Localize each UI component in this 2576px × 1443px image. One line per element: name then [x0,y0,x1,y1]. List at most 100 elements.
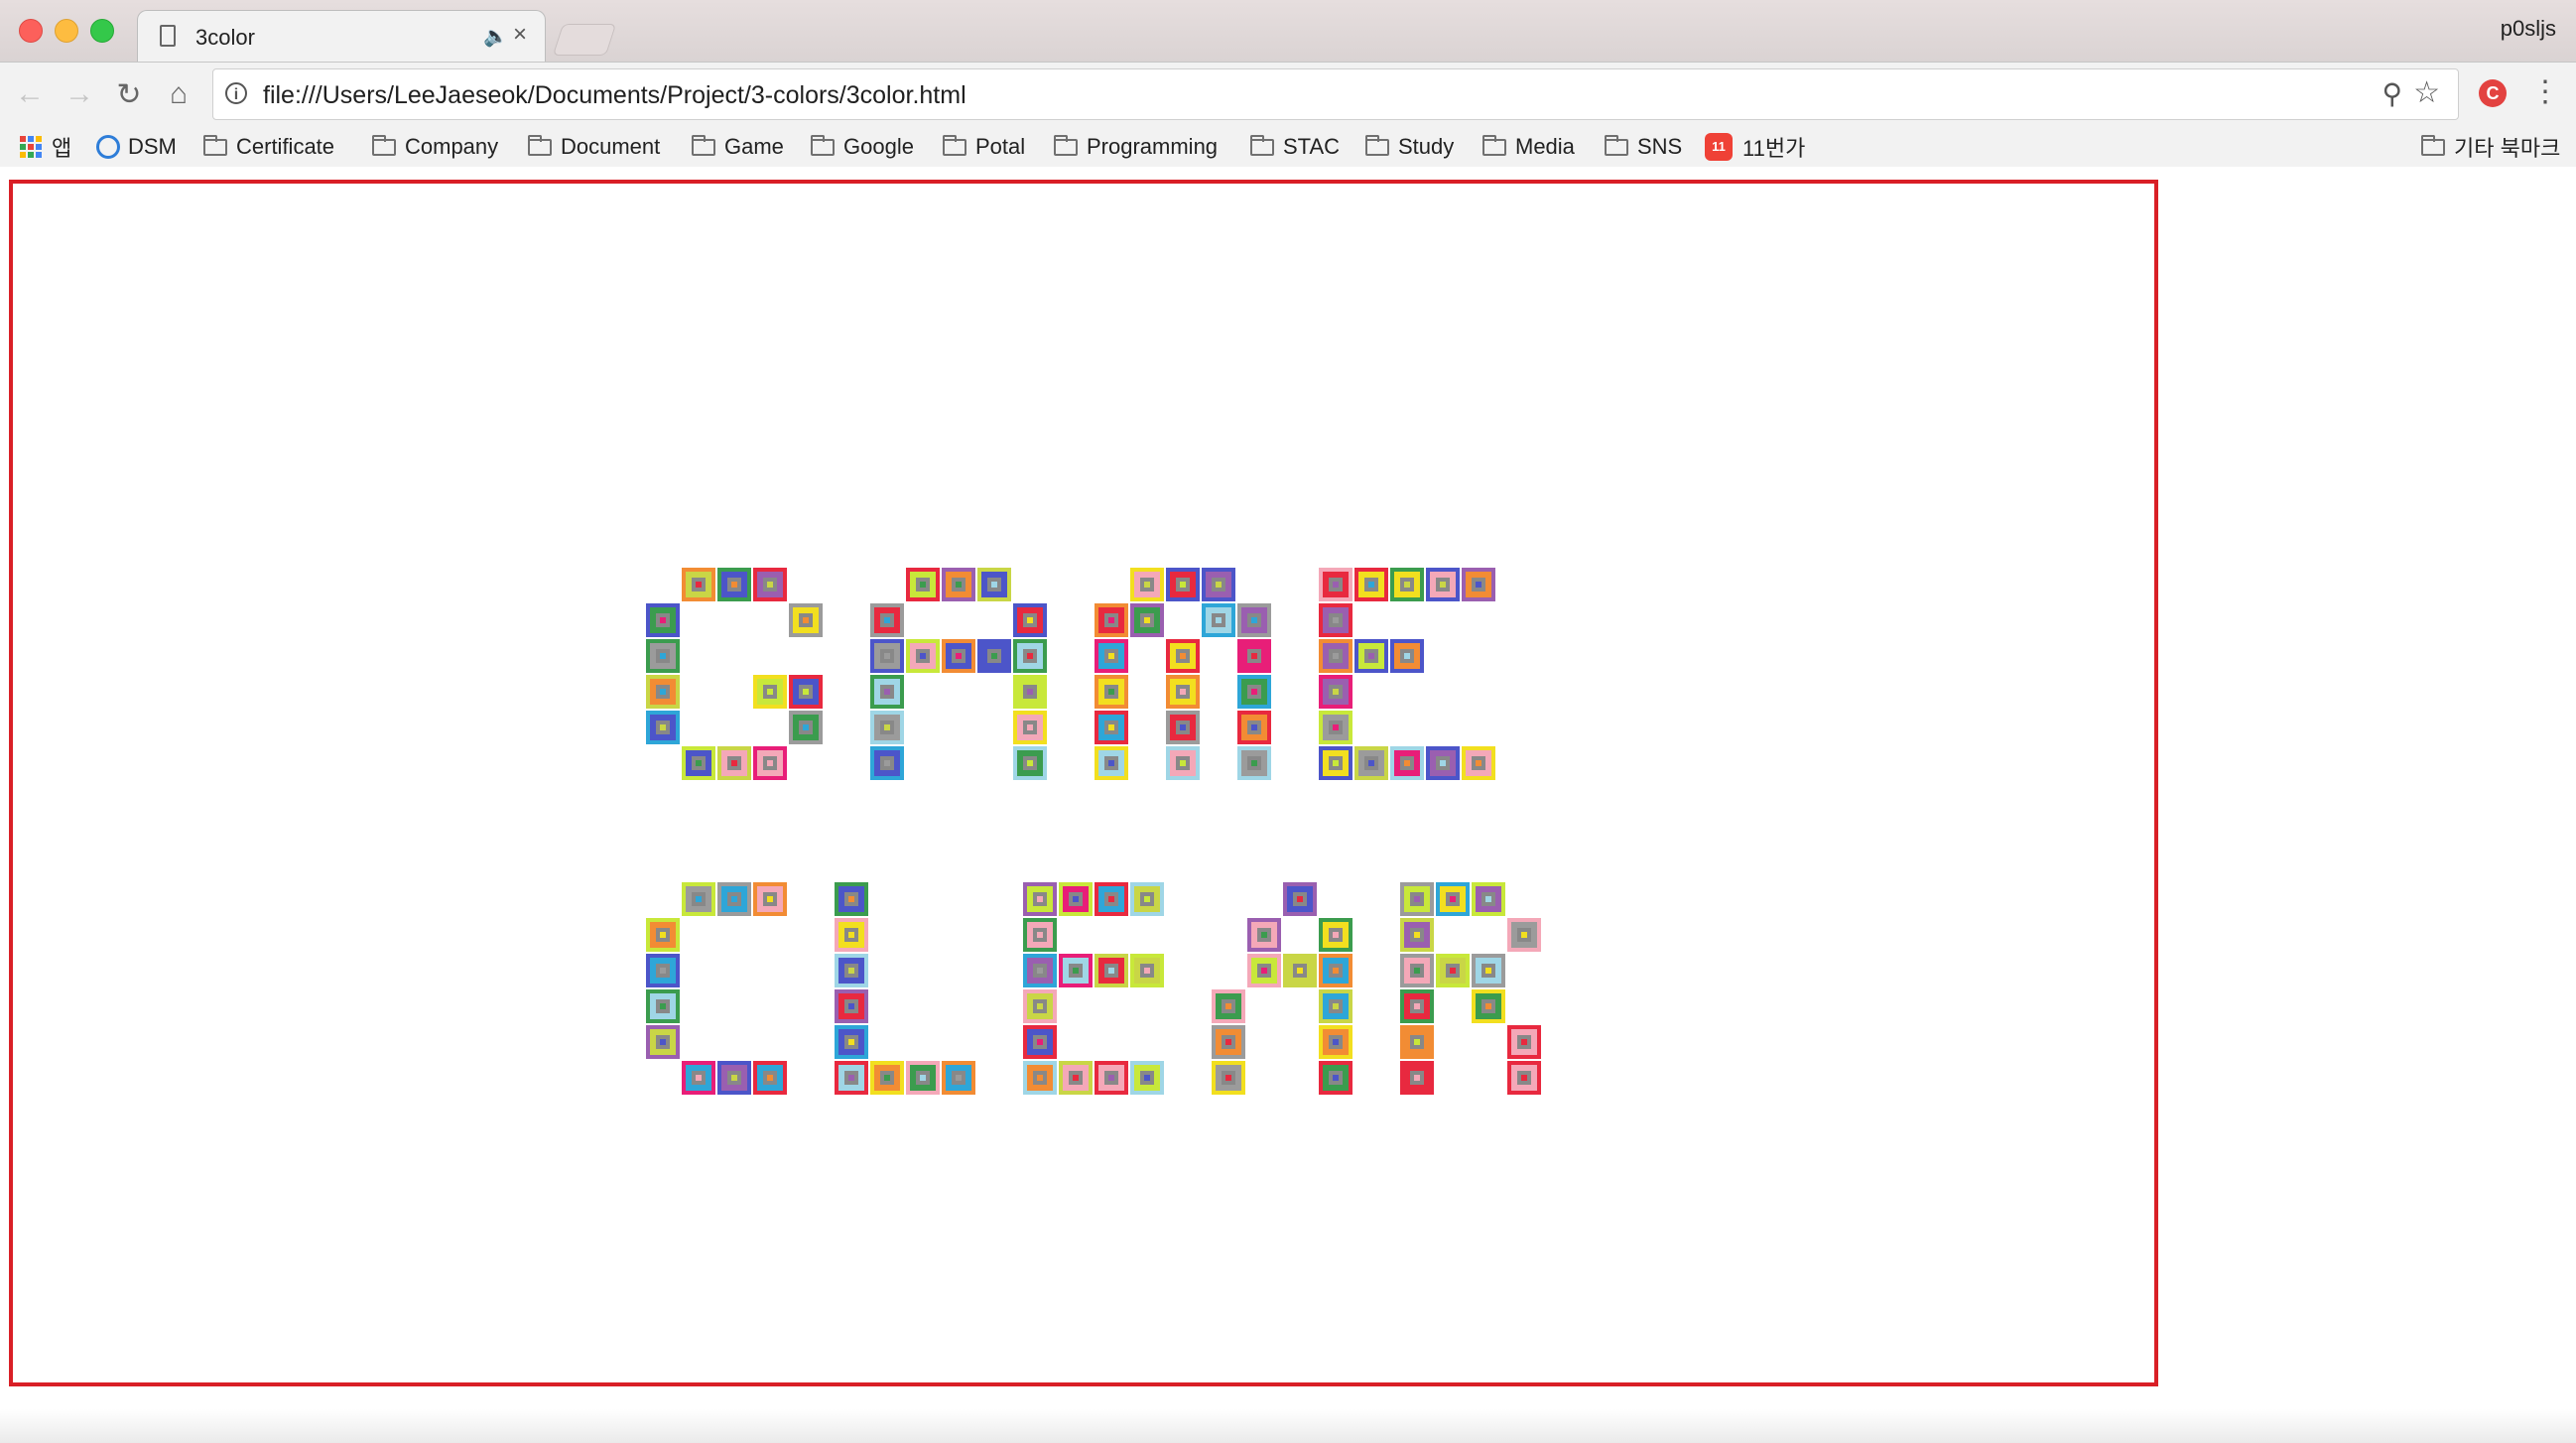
browser-tab[interactable]: 3color 🔈 × [137,10,546,63]
bookmark-apps[interactable]: 앱 [20,131,71,163]
game-block[interactable] [1283,882,1317,916]
game-block[interactable] [1247,918,1281,952]
bookmark-folder-potal[interactable]: Potal [943,131,1025,163]
game-block[interactable] [646,603,680,637]
bookmark-folder-programming[interactable]: Programming [1054,131,1218,163]
bookmark-folder-study[interactable]: Study [1365,131,1454,163]
game-block[interactable] [1400,954,1434,987]
game-block[interactable] [646,639,680,673]
game-block[interactable] [942,568,975,601]
game-block[interactable] [682,882,715,916]
game-block[interactable] [1400,918,1434,952]
minimize-window-button[interactable] [55,19,78,43]
game-block[interactable] [1059,954,1093,987]
game-block[interactable] [1013,675,1047,709]
game-block[interactable] [1212,989,1245,1023]
game-block[interactable] [870,711,904,744]
game-block[interactable] [1436,882,1470,916]
bookmark-dsm[interactable]: DSM [96,131,177,163]
game-block[interactable] [942,1061,975,1095]
game-block[interactable] [870,639,904,673]
game-block[interactable] [1166,568,1200,601]
game-block[interactable] [717,1061,751,1095]
game-block[interactable] [1319,603,1352,637]
game-block[interactable] [942,639,975,673]
game-block[interactable] [1212,1025,1245,1059]
game-block[interactable] [1472,882,1505,916]
game-block[interactable] [1095,882,1128,916]
game-block[interactable] [1023,918,1057,952]
game-block[interactable] [1013,711,1047,744]
game-block[interactable] [1166,675,1200,709]
zoom-icon[interactable]: ⚲ [2382,77,2402,110]
game-block[interactable] [1319,918,1352,952]
game-block[interactable] [1202,603,1235,637]
game-block[interactable] [1472,954,1505,987]
game-block[interactable] [1095,954,1128,987]
game-block[interactable] [1095,746,1128,780]
game-block[interactable] [1319,954,1352,987]
star-icon[interactable]: ☆ [2413,75,2440,110]
game-block[interactable] [1130,954,1164,987]
game-block[interactable] [646,954,680,987]
game-block[interactable] [682,746,715,780]
game-block[interactable] [1319,1025,1352,1059]
game-block[interactable] [1462,746,1495,780]
game-canvas[interactable] [9,180,2158,1386]
game-block[interactable] [835,882,868,916]
game-block[interactable] [717,568,751,601]
bookmark-11st[interactable]: 11 11번가 [1705,131,1805,163]
bookmark-folder-game[interactable]: Game [692,131,784,163]
game-block[interactable] [1426,746,1460,780]
game-block[interactable] [1095,711,1128,744]
bookmark-folder-stac[interactable]: STAC [1250,131,1340,163]
game-block[interactable] [1390,746,1424,780]
game-block[interactable] [906,1061,940,1095]
game-block[interactable] [1390,568,1424,601]
game-block[interactable] [1095,675,1128,709]
game-block[interactable] [1013,603,1047,637]
game-block[interactable] [906,568,940,601]
speaker-icon[interactable]: 🔈 [483,24,508,49]
game-block[interactable] [1212,1061,1245,1095]
new-tab-button[interactable] [552,24,617,56]
game-block[interactable] [1023,1025,1057,1059]
game-block[interactable] [1237,675,1271,709]
game-block[interactable] [1319,639,1352,673]
game-block[interactable] [1426,568,1460,601]
game-block[interactable] [717,746,751,780]
game-block[interactable] [870,675,904,709]
game-block[interactable] [1319,1061,1352,1095]
game-block[interactable] [753,568,787,601]
game-block[interactable] [1354,746,1388,780]
game-block[interactable] [1059,882,1093,916]
game-block[interactable] [1202,568,1235,601]
game-block[interactable] [1166,746,1200,780]
back-arrow-icon[interactable]: ← [10,74,50,114]
game-block[interactable] [1283,954,1317,987]
game-block[interactable] [835,1061,868,1095]
url-text[interactable]: file:///Users/LeeJaeseok/Documents/Proje… [263,81,966,110]
game-block[interactable] [835,918,868,952]
game-block[interactable] [753,746,787,780]
game-block[interactable] [1354,568,1388,601]
game-block[interactable] [1436,954,1470,987]
menu-icon[interactable]: ⋮ [2530,74,2560,109]
close-window-button[interactable] [19,19,43,43]
game-block[interactable] [682,1061,715,1095]
game-block[interactable] [835,954,868,987]
game-block[interactable] [906,639,940,673]
bookmark-folder-certificate[interactable]: Certificate [203,131,334,163]
game-block[interactable] [1319,746,1352,780]
zoom-window-button[interactable] [90,19,114,43]
game-block[interactable] [1237,746,1271,780]
reload-icon[interactable]: ↻ [109,74,149,114]
game-block[interactable] [870,603,904,637]
game-block[interactable] [1130,603,1164,637]
address-bar[interactable]: i file:///Users/LeeJaeseok/Documents/Pro… [212,68,2459,120]
game-block[interactable] [977,568,1011,601]
game-block[interactable] [753,882,787,916]
game-block[interactable] [977,639,1011,673]
game-block[interactable] [1319,989,1352,1023]
game-block[interactable] [1507,1025,1541,1059]
